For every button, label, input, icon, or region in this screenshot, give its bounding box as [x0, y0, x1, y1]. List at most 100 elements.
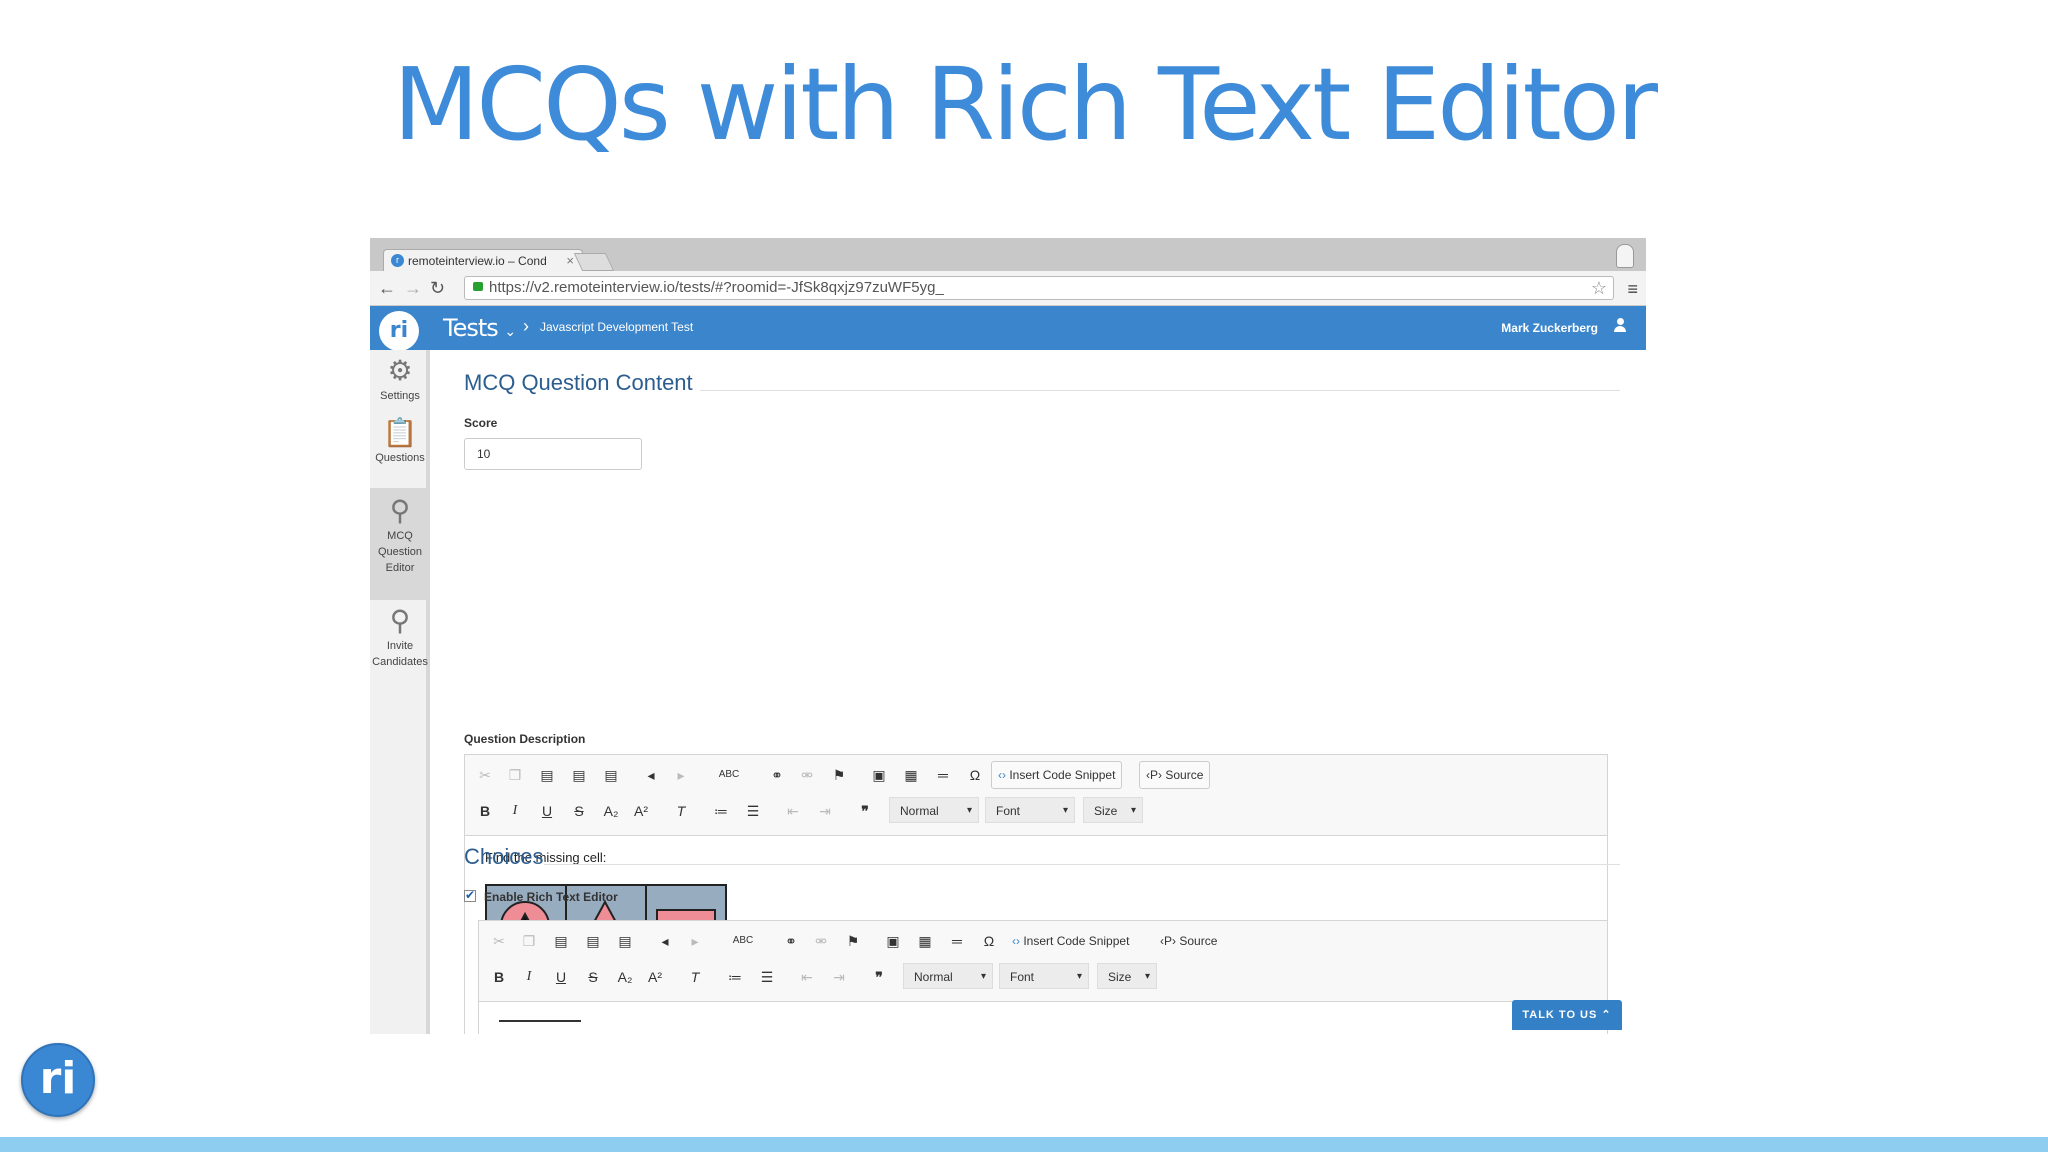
undo-icon[interactable]: ◂	[639, 765, 663, 785]
remove-format-icon[interactable]: T	[683, 967, 707, 987]
superscript-icon[interactable]: A²	[643, 967, 667, 987]
format-select[interactable]: Normal	[889, 797, 979, 824]
font-select[interactable]: Font	[999, 963, 1089, 990]
choices-toolbar-row-2: B I U S A₂ A² T ≔ ☰ ⇤ ⇥ ❞ Normal Font Si…	[487, 961, 1587, 991]
size-select[interactable]: Size	[1083, 797, 1143, 824]
enable-rte-checkbox[interactable]	[464, 888, 476, 902]
spellcheck-icon[interactable]: ABC	[717, 765, 741, 785]
profile-icon[interactable]	[1616, 244, 1634, 268]
strikethrough-icon[interactable]: S	[581, 967, 605, 987]
code-icon: ‹›	[998, 768, 1006, 782]
toolbar-row-2: B I U S A₂ A² T ≔ ☰ ⇤ ⇥ ❞ Normal Font Si…	[473, 795, 1573, 825]
score-input[interactable]: 10	[464, 438, 642, 470]
font-select[interactable]: Font	[985, 797, 1075, 824]
paste-text-icon[interactable]: ▤	[581, 931, 605, 951]
special-char-icon[interactable]: Ω	[963, 765, 987, 785]
tests-dropdown[interactable]: Tests ⌄	[443, 314, 516, 342]
user-icon[interactable]	[1614, 318, 1626, 334]
talk-to-us-button[interactable]: TALK TO US ⌃	[1512, 1000, 1622, 1030]
anchor-flag-icon[interactable]: ⚑	[841, 931, 865, 951]
tab-close-icon[interactable]: ×	[566, 253, 574, 268]
sidebar-item-settings[interactable]: ⚙ Settings	[370, 354, 430, 418]
unlink-icon[interactable]: ⚮	[795, 765, 819, 785]
source-button[interactable]: ‹P› Source	[1153, 927, 1224, 955]
subscript-icon[interactable]: A₂	[599, 801, 623, 821]
table-icon[interactable]: ▦	[899, 765, 923, 785]
superscript-icon[interactable]: A²	[629, 801, 653, 821]
sidebar-item-mcq-editor[interactable]: ⚲ MCQ Question Editor	[370, 488, 430, 600]
format-select[interactable]: Normal	[903, 963, 993, 990]
browser-tab-bar: r remoteinterview.io – Cond ×	[370, 238, 1646, 271]
paste-text-icon[interactable]: ▤	[567, 765, 591, 785]
cut-icon[interactable]: ✂	[487, 931, 511, 951]
link-icon[interactable]: ⚭	[765, 765, 789, 785]
enable-rte-label: Enable Rich Text Editor	[484, 890, 618, 904]
bold-icon[interactable]: B	[487, 967, 511, 987]
paste-icon[interactable]: ▤	[549, 931, 573, 951]
forward-icon[interactable]: →	[404, 278, 422, 299]
sidebar-item-invite[interactable]: ⚲ Invite Candidates	[370, 604, 430, 694]
choices-title: Choices	[464, 844, 544, 869]
unlink-icon[interactable]: ⚮	[809, 931, 833, 951]
outdent-icon[interactable]: ⇤	[795, 967, 819, 987]
image-icon[interactable]: ▣	[881, 931, 905, 951]
underline-icon[interactable]: U	[535, 801, 559, 821]
breadcrumb[interactable]: Javascript Development Test	[540, 320, 693, 334]
insert-code-snippet-button[interactable]: ‹› Insert Code Snippet	[991, 761, 1123, 789]
bold-icon[interactable]: B	[473, 801, 497, 821]
italic-icon[interactable]: I	[503, 801, 527, 821]
table-icon[interactable]: ▦	[913, 931, 937, 951]
paste-icon[interactable]: ▤	[535, 765, 559, 785]
italic-icon[interactable]: I	[517, 967, 541, 987]
user-name[interactable]: Mark Zuckerberg	[1501, 321, 1598, 335]
browser-tab[interactable]: r remoteinterview.io – Cond ×	[383, 249, 583, 271]
horizontal-rule-icon[interactable]: ═	[945, 931, 969, 951]
strikethrough-icon[interactable]: S	[567, 801, 591, 821]
numbered-list-icon[interactable]: ≔	[709, 801, 733, 821]
copy-icon[interactable]: ❐	[517, 931, 541, 951]
choice-text-line	[499, 1020, 581, 1022]
blockquote-icon[interactable]: ❞	[867, 967, 891, 987]
source-icon: ‹P›	[1160, 934, 1176, 948]
blockquote-icon[interactable]: ❞	[853, 801, 877, 821]
chevron-right-icon: ›	[523, 316, 529, 336]
app-logo[interactable]: ri	[379, 311, 419, 351]
numbered-list-icon[interactable]: ≔	[723, 967, 747, 987]
app-header: ri Tests ⌄ › Javascript Development Test…	[370, 306, 1646, 351]
redo-icon[interactable]: ▸	[669, 765, 693, 785]
sidebar-item-questions[interactable]: 📋 Questions	[370, 416, 430, 472]
bookmark-star-icon[interactable]: ☆	[1591, 277, 1607, 299]
redo-icon[interactable]: ▸	[683, 931, 707, 951]
image-icon[interactable]: ▣	[867, 765, 891, 785]
anchor-flag-icon[interactable]: ⚑	[827, 765, 851, 785]
lock-icon	[473, 282, 483, 291]
paste-word-icon[interactable]: ▤	[599, 765, 623, 785]
choices-divider	[544, 864, 1620, 865]
reload-icon[interactable]: ↻	[430, 278, 445, 299]
remove-format-icon[interactable]: T	[669, 801, 693, 821]
bulleted-list-icon[interactable]: ☰	[741, 801, 765, 821]
underline-icon[interactable]: U	[549, 967, 573, 987]
source-button[interactable]: ‹P› Source	[1139, 761, 1211, 789]
sidebar: ⚙ Settings 📋 Questions ⚲ MCQ Question Ed…	[370, 350, 430, 1034]
spellcheck-icon[interactable]: ABC	[731, 931, 755, 951]
size-select[interactable]: Size	[1097, 963, 1157, 990]
back-icon[interactable]: ←	[378, 278, 396, 299]
paste-word-icon[interactable]: ▤	[613, 931, 637, 951]
horizontal-rule-icon[interactable]: ═	[931, 765, 955, 785]
special-char-icon[interactable]: Ω	[977, 931, 1001, 951]
copy-icon[interactable]: ❐	[503, 765, 527, 785]
choices-editor-body[interactable]	[479, 1001, 1607, 1034]
browser-menu-icon[interactable]: ≡	[1627, 279, 1638, 300]
cut-icon[interactable]: ✂	[473, 765, 497, 785]
undo-icon[interactable]: ◂	[653, 931, 677, 951]
link-icon[interactable]: ⚭	[779, 931, 803, 951]
outdent-icon[interactable]: ⇤	[781, 801, 805, 821]
url-input[interactable]: https://v2.remoteinterview.io/tests/#?ro…	[464, 276, 1614, 300]
subscript-icon[interactable]: A₂	[613, 967, 637, 987]
bulleted-list-icon[interactable]: ☰	[755, 967, 779, 987]
indent-icon[interactable]: ⇥	[827, 967, 851, 987]
indent-icon[interactable]: ⇥	[813, 801, 837, 821]
insert-code-snippet-button[interactable]: ‹› Insert Code Snippet	[1005, 927, 1136, 955]
clipboard-icon: 📋	[382, 417, 418, 448]
